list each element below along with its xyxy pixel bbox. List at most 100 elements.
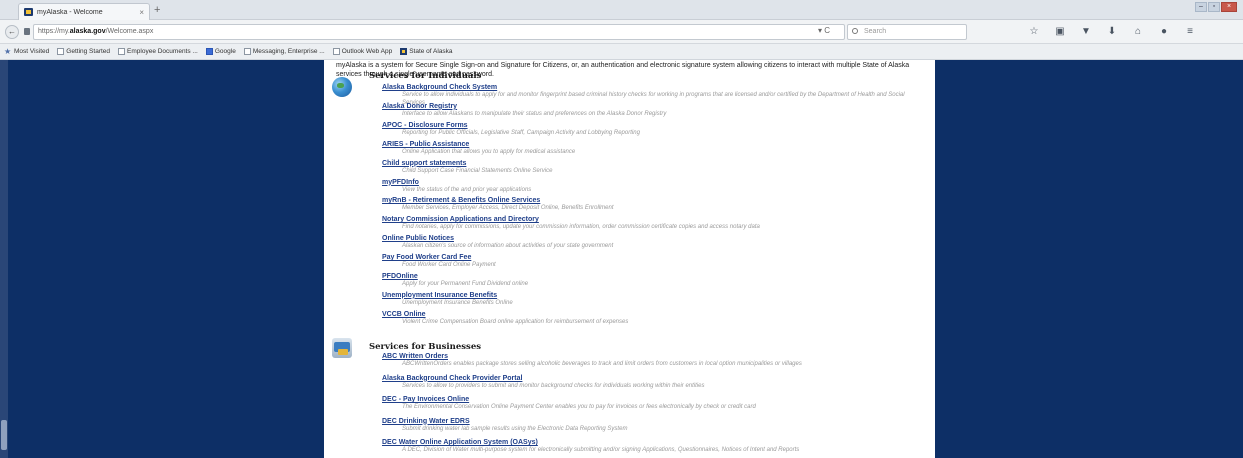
service-item: DEC - Pay Invoices Online The Environment…: [382, 395, 912, 412]
service-description: Services to allow to providers to submit…: [402, 382, 705, 389]
service-description: A DEC, Division of Water multi-purpose s…: [402, 447, 800, 453]
toolbar-icons: ☆ ▣ ▼ ⬇ ⌂ ● ≡: [1015, 25, 1197, 39]
service-link[interactable]: Alaska Donor Registry: [382, 102, 912, 111]
bookmark-item[interactable]: ★ Most Visited: [4, 47, 50, 56]
service-link[interactable]: Unemployment Insurance Benefits: [382, 291, 912, 300]
page-icon: [243, 48, 251, 55]
download-icon[interactable]: ⬇: [1105, 25, 1119, 39]
bookmark-label: Employee Documents ...: [127, 48, 198, 55]
bookmark-item[interactable]: State of Alaska: [400, 48, 453, 55]
service-description: Child Support Case Financial Statements …: [402, 167, 553, 174]
individuals-section-title: Services for Individuals: [369, 71, 482, 81]
url-path: /Welcome.aspx: [105, 28, 154, 35]
scrollbar-thumb[interactable]: [1, 420, 7, 450]
service-description: View the status of the and prior year ap…: [402, 186, 532, 193]
tab-strip: myAlaska - Welcome × + – ▫ ×: [0, 0, 1243, 20]
tab-title: myAlaska - Welcome: [37, 8, 103, 16]
bookmark-label: Google: [214, 48, 236, 55]
service-description: Unemployment Insurance Benefits Online: [402, 299, 513, 306]
star-icon: ★: [4, 47, 12, 56]
service-item: ABC Written Orders ABCWrittenOrders enabl…: [382, 352, 912, 369]
nav-bar: ← https://my.alaska.gov/Welcome.aspx ▾ C…: [0, 20, 1243, 44]
right-sidebar-background: [935, 60, 1243, 458]
service-link[interactable]: VCCB Online: [382, 310, 912, 319]
url-prefix: https://my.: [38, 28, 70, 35]
clipboard-icon[interactable]: ▣: [1053, 25, 1067, 39]
left-sidebar-background: [0, 60, 324, 458]
bookmark-item[interactable]: Outlook Web App: [332, 48, 392, 55]
service-item: PFDOnline Apply for your Permanent Fund D…: [382, 272, 912, 289]
service-item: Notary Commission Applications and Direc…: [382, 215, 912, 232]
service-link[interactable]: Child support statements: [382, 159, 912, 168]
tab-myalaska[interactable]: myAlaska - Welcome ×: [18, 3, 150, 20]
service-description: ABCWrittenOrders enables package stores …: [402, 361, 802, 367]
google-icon: [205, 48, 213, 55]
search-placeholder: Search: [864, 28, 887, 35]
service-link[interactable]: ARIES - Public Assistance: [382, 140, 912, 149]
service-link[interactable]: Pay Food Worker Card Fee: [382, 253, 912, 262]
service-link[interactable]: Online Public Notices: [382, 234, 912, 243]
bookmark-item[interactable]: Google: [205, 48, 236, 55]
bookmarks-bar: ★ Most Visited Getting Started Employee Doc…: [0, 44, 1243, 60]
service-link[interactable]: DEC Water Online Application System (OAS…: [382, 438, 912, 447]
minimize-button[interactable]: –: [1195, 2, 1207, 12]
service-item: myRnB - Retirement & Benefits Online Ser…: [382, 196, 912, 213]
service-link[interactable]: DEC Drinking Water EDRS: [382, 417, 912, 426]
search-input[interactable]: Search: [847, 24, 967, 40]
globe-icon: [332, 77, 352, 97]
reload-button[interactable]: ▾ C: [818, 26, 830, 35]
service-link[interactable]: DEC - Pay Invoices Online: [382, 395, 912, 404]
service-description: Reporting for Public Officials, Legislat…: [402, 129, 640, 136]
service-link[interactable]: APOC - Disclosure Forms: [382, 121, 912, 130]
service-description: Violent Crime Compensation Board online …: [402, 318, 629, 325]
scrollbar-track[interactable]: [0, 60, 8, 458]
page-icon: [118, 48, 126, 55]
home-icon[interactable]: ⌂: [1131, 25, 1145, 39]
maximize-button[interactable]: ▫: [1208, 2, 1220, 12]
close-window-button[interactable]: ×: [1221, 2, 1237, 12]
new-tab-button[interactable]: +: [154, 4, 160, 16]
service-item: APOC - Disclosure Forms Reporting for Pub…: [382, 121, 912, 138]
tab-close-icon[interactable]: ×: [139, 8, 144, 17]
service-link[interactable]: Alaska Background Check Provider Portal: [382, 374, 912, 383]
main-content: myAlaska is a system for Secure Single S…: [324, 60, 935, 458]
service-link[interactable]: PFDOnline: [382, 272, 912, 281]
service-description: Alaskan citizen's source of information …: [402, 243, 614, 250]
bookmark-label: Most Visited: [14, 48, 50, 55]
url-bar[interactable]: https://my.alaska.gov/Welcome.aspx: [33, 24, 845, 40]
service-item: Alaska Background Check Provider Portal S…: [382, 374, 912, 391]
bookmark-item[interactable]: Messaging, Enterprise ...: [243, 48, 325, 55]
service-description: Online Application that allows you to ap…: [402, 148, 576, 155]
url-domain: alaska.gov: [69, 28, 106, 35]
service-description: Submit drinking water lab sample results…: [402, 425, 628, 432]
page-icon: [332, 48, 340, 55]
businesses-section-title: Services for Businesses: [369, 342, 482, 352]
pocket-icon[interactable]: ▼: [1079, 25, 1093, 39]
service-description: The Environmental Conservation Online Pa…: [402, 404, 756, 410]
service-link[interactable]: myPFDInfo: [382, 178, 912, 187]
page-icon: [57, 48, 65, 55]
bookmark-item[interactable]: Getting Started: [57, 48, 110, 55]
bookmark-item[interactable]: Employee Documents ...: [118, 48, 198, 55]
search-icon: [852, 28, 858, 34]
alaska-icon: [400, 48, 408, 55]
alaska-favicon-icon: [24, 8, 33, 16]
service-item: Child support statements Child Support Ca…: [382, 159, 912, 176]
menu-icon[interactable]: ≡: [1183, 25, 1197, 39]
window-controls: – ▫ ×: [1194, 2, 1237, 12]
service-item: ARIES - Public Assistance Online Applicat…: [382, 140, 912, 157]
service-link[interactable]: Alaska Background Check System: [382, 83, 912, 92]
service-item: Alaska Donor Registry Interface to allow …: [382, 102, 912, 119]
service-description: Food Worker Card Online Payment: [402, 262, 496, 269]
service-item: Unemployment Insurance Benefits Unemploym…: [382, 291, 912, 308]
service-link[interactable]: myRnB - Retirement & Benefits Online Ser…: [382, 196, 912, 205]
service-link[interactable]: ABC Written Orders: [382, 352, 912, 361]
business-icon: [332, 338, 352, 358]
service-item: Online Public Notices Alaskan citizen's s…: [382, 234, 912, 251]
lock-icon: [24, 28, 30, 35]
chat-icon[interactable]: ●: [1157, 25, 1171, 39]
back-button[interactable]: ←: [5, 25, 19, 39]
service-item: DEC Water Online Application System (OAS…: [382, 438, 912, 455]
service-link[interactable]: Notary Commission Applications and Direc…: [382, 215, 912, 224]
star-icon[interactable]: ☆: [1027, 25, 1041, 39]
